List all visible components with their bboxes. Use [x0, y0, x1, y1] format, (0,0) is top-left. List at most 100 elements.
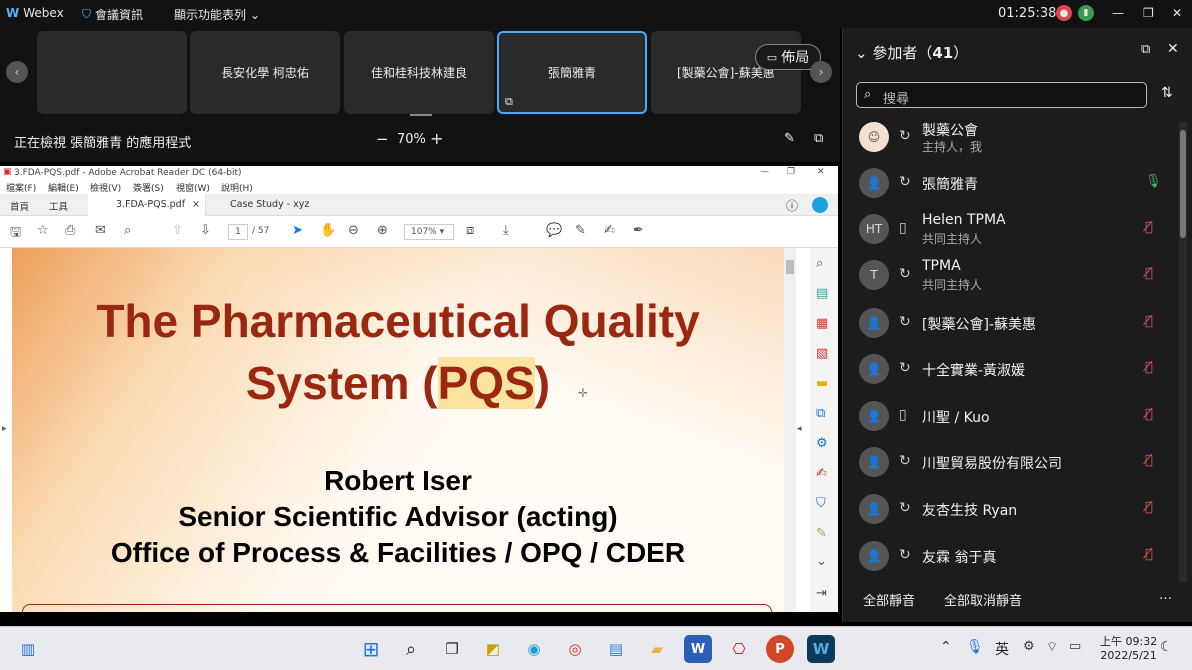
annotate-icon[interactable]: ✎	[784, 131, 795, 146]
participant-scrollbar[interactable]	[1179, 122, 1187, 582]
zoom-out-icon[interactable]: ⊖	[348, 223, 359, 238]
microphone-icon[interactable]: 🎙	[966, 639, 984, 655]
close-tab-icon[interactable]: ×	[192, 199, 200, 210]
acrobat-restore-button[interactable]: ❐	[787, 167, 795, 177]
highlight-icon[interactable]: ✎	[575, 223, 586, 238]
recording-icon[interactable]: ●	[1056, 5, 1072, 21]
export-pdf-icon[interactable]: ▧	[816, 346, 828, 361]
zoom-pane-icon[interactable]: ⌕	[816, 256, 823, 271]
participant-scroll-thumb[interactable]	[1180, 130, 1186, 238]
participant-row[interactable]: 👤 ↻ [製藥公會]-蘇美惠 🎙̸	[843, 300, 1181, 346]
tab-document-active[interactable]: 3.FDA-PQS.pdf ×	[88, 194, 206, 216]
mic-muted-icon[interactable]: 🎙̸	[1145, 220, 1153, 235]
acrobat-minimize-button[interactable]: —	[760, 167, 769, 177]
page-number-input[interactable]: 1	[228, 224, 248, 240]
zoom-in-button[interactable]: +	[430, 129, 443, 148]
bookmark-star-icon[interactable]: ☆	[37, 223, 49, 238]
network-health-icon[interactable]: ▮	[1078, 5, 1094, 21]
mic-muted-icon[interactable]: 🎙̸	[1145, 547, 1153, 562]
pdf-scrollbar[interactable]	[784, 248, 796, 612]
prev-page-icon[interactable]: ⇧	[172, 223, 183, 238]
minimize-button[interactable]: —	[1112, 6, 1124, 20]
popout-panel-icon[interactable]: ⧉	[1141, 42, 1150, 57]
chrome-icon[interactable]: ◎	[561, 635, 589, 663]
participant-row[interactable]: 👤 ↻ 十全實業-黃淑媛 🎙̸	[843, 346, 1181, 392]
powerpoint-icon[interactable]: P	[766, 635, 794, 663]
tab-home[interactable]: 首頁	[10, 199, 29, 213]
mic-muted-icon[interactable]: 🎙̸	[1145, 407, 1153, 422]
battery-icon[interactable]: ▭	[1069, 639, 1081, 654]
participant-row[interactable]: 👤 ↻ 友杏生技 Ryan 🎙̸	[843, 486, 1181, 532]
help-icon[interactable]: ⓘ	[786, 197, 798, 214]
show-menu-bar-button[interactable]: 顯示功能表列 ⌄	[174, 6, 260, 23]
fill-sign-tool-icon[interactable]: ✍	[816, 466, 827, 481]
video-tile-active[interactable]: 張簡雅青 ⧉	[497, 31, 647, 114]
close-window-button[interactable]: ✕	[1172, 6, 1182, 20]
comment-icon[interactable]: 💬	[546, 223, 562, 238]
close-panel-icon[interactable]: ✕	[1167, 41, 1179, 57]
restore-button[interactable]: ❐	[1143, 6, 1154, 20]
ime-mode-icon[interactable]: ⚙	[1023, 639, 1035, 654]
edge-browser-icon[interactable]: ◉	[520, 635, 548, 663]
combine-files-icon[interactable]: ⧉	[816, 406, 825, 421]
mute-all-button[interactable]: 全部靜音	[863, 590, 915, 609]
participant-row[interactable]: 👤 ↻ 友霖 翁于真 🎙̸	[843, 533, 1181, 579]
print-icon[interactable]: ⎙	[65, 223, 75, 238]
sticky-notes-icon[interactable]: ◩	[479, 635, 507, 663]
file-explorer-icon[interactable]: ▰	[643, 635, 671, 663]
acrobat-close-button[interactable]: ✕	[817, 167, 825, 177]
ime-indicator[interactable]: 英	[995, 639, 1009, 659]
pdf-scroll-thumb[interactable]	[786, 260, 794, 274]
comment-tool-icon[interactable]: ▬	[816, 376, 828, 391]
participant-search-field[interactable]: ⌕ 搜尋	[856, 82, 1147, 108]
menu-sign[interactable]: 簽署(S)	[133, 181, 164, 194]
menu-file[interactable]: 檔案(F)	[6, 181, 36, 194]
fill-sign-icon[interactable]: ✒	[633, 223, 644, 238]
organize-pages-icon[interactable]: ▦	[816, 316, 828, 331]
create-pdf-icon[interactable]: ▤	[816, 286, 828, 301]
more-tools-icon[interactable]: ⌄	[816, 554, 827, 569]
mic-muted-icon[interactable]: 🎙̸	[1145, 314, 1153, 329]
unmute-all-button[interactable]: 全部取消靜音	[944, 590, 1022, 609]
zoom-select[interactable]: 107% ▾	[404, 224, 454, 240]
participant-row[interactable]: HT ▯ Helen TPMA 共同主持人 🎙̸	[843, 206, 1181, 252]
collapse-pane-icon[interactable]: ⇥	[816, 586, 827, 601]
participant-row[interactable]: 👤 ↻ 張簡雅青 🎙	[843, 160, 1181, 206]
tab-tools[interactable]: 工具	[49, 199, 68, 213]
zoom-out-button[interactable]: −	[376, 130, 389, 148]
mic-muted-icon[interactable]: 🎙̸	[1145, 500, 1153, 515]
menu-edit[interactable]: 編輯(E)	[48, 181, 79, 194]
tab-document[interactable]: Case Study - xyz	[230, 199, 309, 210]
zoom-in-icon[interactable]: ⊕	[377, 223, 388, 238]
task-view-icon[interactable]: ❐	[438, 635, 466, 663]
strip-prev-button[interactable]: ‹	[6, 61, 28, 83]
mic-muted-icon[interactable]: 🎙̸	[1145, 360, 1153, 375]
select-cursor-icon[interactable]: ➤	[292, 223, 303, 238]
acrobat-taskbar-icon[interactable]: ⎔	[725, 635, 753, 663]
hand-tool-icon[interactable]: ✋	[320, 223, 336, 238]
search-taskbar-icon[interactable]: ⌕	[397, 635, 425, 663]
notepad-icon[interactable]: ▤	[602, 635, 630, 663]
save-icon[interactable]: 🖫	[10, 223, 21, 245]
edit-pdf-icon[interactable]: ✎	[816, 526, 827, 541]
menu-window[interactable]: 視窗(W)	[176, 181, 210, 194]
participants-header[interactable]: ⌄ 參加者（41）	[855, 42, 968, 63]
sort-icon[interactable]: ⇅	[1161, 85, 1173, 101]
popout-share-icon[interactable]: ⧉	[814, 131, 823, 146]
word-icon[interactable]: W	[684, 635, 712, 663]
participant-row[interactable]: 👤 ↻ 川聖貿易股份有限公司 🎙̸	[843, 439, 1181, 485]
enhance-scan-icon[interactable]: ⚙	[816, 436, 828, 451]
participant-row[interactable]: 👤 ▯ 川聖 / Kuo 🎙̸	[843, 393, 1181, 439]
right-panel-toggle[interactable]: ◂	[797, 424, 802, 434]
search-icon[interactable]: ⌕	[124, 223, 131, 238]
protect-icon[interactable]: ⛉	[816, 496, 826, 511]
notification-moon-icon[interactable]: ☾	[1160, 639, 1173, 655]
meeting-info-button[interactable]: ⛉ 會議資訊	[82, 6, 143, 23]
mic-muted-icon[interactable]: 🎙̸	[1145, 453, 1153, 468]
fit-page-icon[interactable]: ⧈	[466, 223, 474, 238]
video-tile[interactable]: 佳和桂科技林建良	[344, 31, 494, 114]
mic-muted-icon[interactable]: 🎙̸	[1145, 266, 1153, 281]
video-tile[interactable]: 長安化學 柯忠佑	[190, 31, 340, 114]
strip-next-button[interactable]: ›	[810, 61, 832, 83]
wifi-icon[interactable]: ⌔	[1046, 639, 1058, 655]
